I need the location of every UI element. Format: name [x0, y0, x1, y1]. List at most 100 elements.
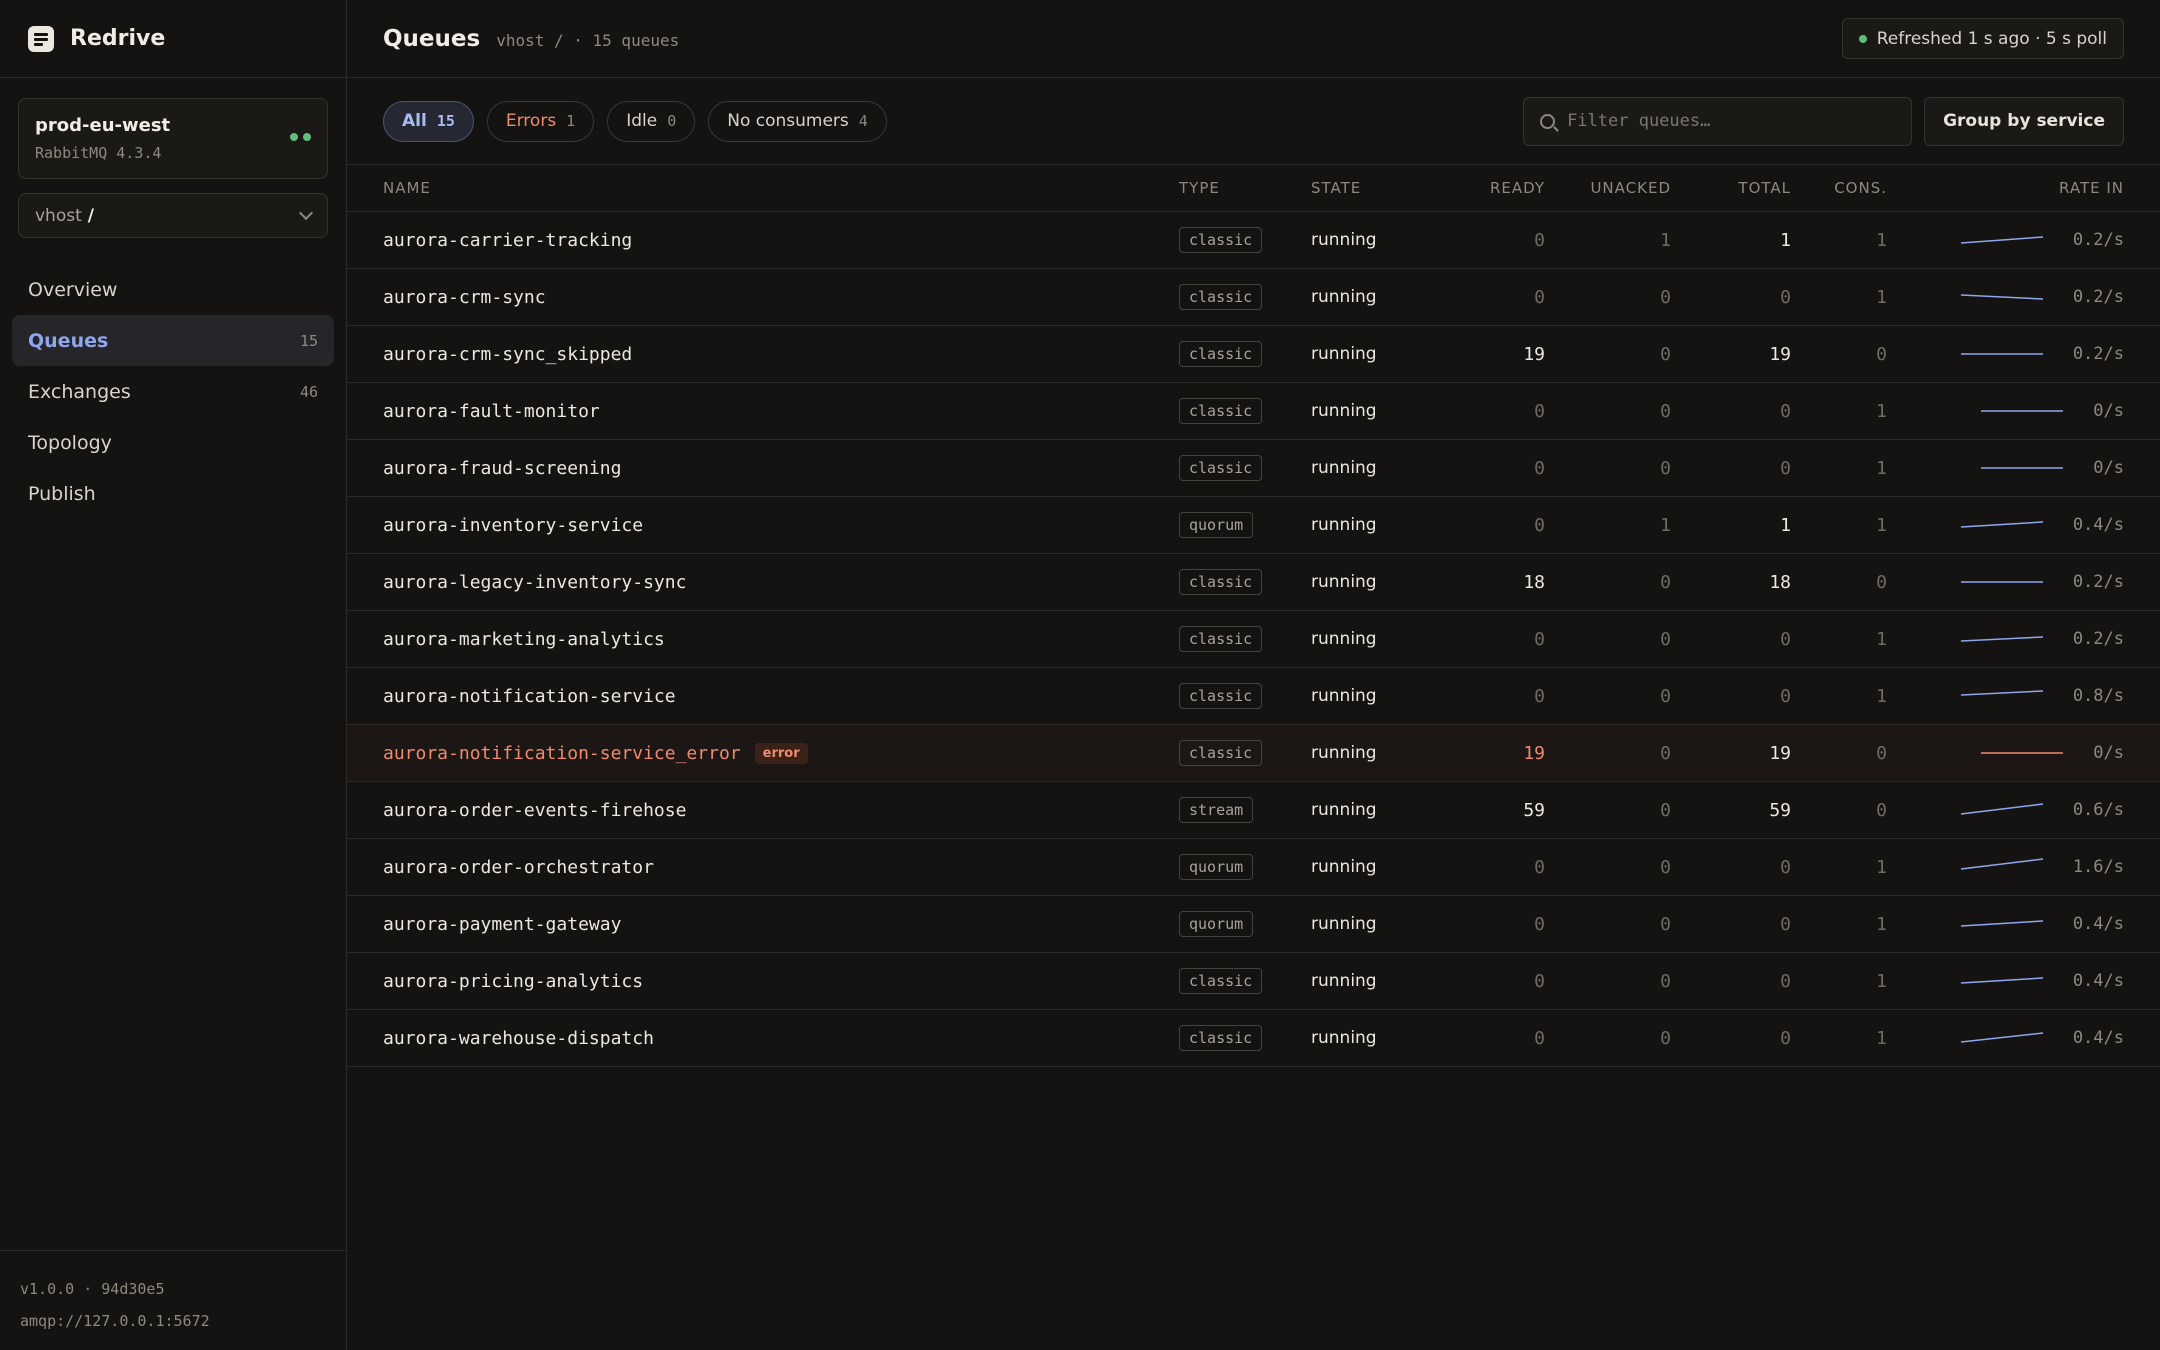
col-state[interactable]: STATE — [1311, 179, 1463, 197]
queue-rate: 0.2/s — [2072, 572, 2124, 592]
queue-name-cell: aurora-payment-gateway — [383, 914, 1179, 935]
queue-consumers: 0 — [1876, 343, 1887, 365]
queue-total: 18 — [1769, 571, 1791, 593]
filter-chip-count: 15 — [436, 112, 455, 130]
queue-name[interactable]: aurora-inventory-service — [383, 515, 643, 536]
sparkline-line — [1960, 977, 2043, 984]
col-cons[interactable]: CONS. — [1791, 179, 1887, 197]
vhost-value: / — [87, 205, 94, 226]
table-row[interactable]: aurora-fraud-screening classic running 0 0 0 1… — [347, 440, 2160, 497]
queue-name[interactable]: aurora-carrier-tracking — [383, 230, 632, 251]
table-row[interactable]: aurora-crm-sync classic running 0 0 0 1 0.2/s — [347, 269, 2160, 326]
queue-name[interactable]: aurora-fraud-screening — [383, 458, 621, 479]
queue-type-cell: classic — [1179, 1025, 1311, 1051]
table-row[interactable]: aurora-inventory-service quorum running 0 1 1… — [347, 497, 2160, 554]
col-type[interactable]: TYPE — [1179, 179, 1311, 197]
table-row[interactable]: aurora-fault-monitor classic running 0 0 0 1 0/… — [347, 383, 2160, 440]
queue-rate: 0.2/s — [2072, 344, 2124, 364]
queue-name[interactable]: aurora-order-orchestrator — [383, 857, 654, 878]
rate-sparkline — [1960, 294, 2043, 300]
queue-total: 1 — [1780, 514, 1791, 536]
queue-name-cell: aurora-fraud-screening — [383, 458, 1179, 479]
col-ready[interactable]: READY — [1463, 179, 1545, 197]
rate-sparkline — [1960, 690, 2043, 696]
sidebar-item-overview[interactable]: Overview — [12, 264, 334, 315]
sidebar-item-publish[interactable]: Publish — [12, 468, 334, 519]
sidebar-item-label: Queues — [28, 329, 109, 352]
refresh-status[interactable]: Refreshed 1 s ago · 5 s poll — [1841, 18, 2124, 59]
queue-name-cell: aurora-legacy-inventory-sync — [383, 572, 1179, 593]
broker-url: amqp://127.0.0.1:5672 — [20, 1312, 210, 1330]
sidebar-item-topology[interactable]: Topology — [12, 417, 334, 468]
queue-state: running — [1311, 971, 1377, 991]
queue-name[interactable]: aurora-pricing-analytics — [383, 971, 643, 992]
queue-rate-cell: 0.2/s — [1887, 342, 2124, 366]
queue-type-cell: classic — [1179, 626, 1311, 652]
queue-total: 0 — [1780, 457, 1791, 479]
filter-chip-no-consumers[interactable]: No consumers 4 — [708, 100, 887, 142]
filter-chip-all[interactable]: All 15 — [383, 100, 474, 142]
queue-ready: 0 — [1534, 400, 1545, 422]
queue-name[interactable]: aurora-payment-gateway — [383, 914, 621, 935]
filter-chip-errors[interactable]: Errors 1 — [486, 100, 595, 142]
queue-state: running — [1311, 515, 1377, 535]
table-row[interactable]: aurora-payment-gateway quorum running 0 0 0 1 0… — [347, 896, 2160, 953]
queue-name[interactable]: aurora-warehouse-dispatch — [383, 1028, 654, 1049]
filter-chip-count: 0 — [667, 112, 677, 130]
search-input[interactable] — [1567, 111, 1888, 131]
queue-name[interactable]: aurora-notification-service_error — [383, 743, 741, 764]
filter-chips: All 15 Errors 1 Idle 0 No consumers 4 — [383, 100, 887, 142]
queue-name[interactable]: aurora-order-events-firehose — [383, 800, 686, 821]
filter-chip-label: All — [402, 111, 427, 131]
queue-name-cell: aurora-marketing-analytics — [383, 629, 1179, 650]
table-row[interactable]: aurora-marketing-analytics classic running… — [347, 611, 2160, 668]
connection-card[interactable]: prod-eu-west RabbitMQ 4.3.4 — [18, 98, 328, 179]
queue-type-cell: classic — [1179, 227, 1311, 253]
page-subtitle: vhost / · 15 queues — [496, 30, 680, 50]
filter-chip-idle[interactable]: Idle 0 — [607, 100, 696, 142]
sidebar-item-count: 46 — [299, 382, 318, 401]
queue-name[interactable]: aurora-legacy-inventory-sync — [383, 572, 686, 593]
queue-consumers: 1 — [1876, 970, 1887, 992]
queue-type-cell: quorum — [1179, 911, 1311, 937]
sparkline-line — [1960, 636, 2043, 642]
table-row[interactable]: aurora-warehouse-dispatch classic running 0… — [347, 1010, 2160, 1067]
table-row[interactable]: aurora-order-events-firehose stream runnin… — [347, 782, 2160, 839]
col-total[interactable]: TOTAL — [1671, 179, 1791, 197]
table-row[interactable]: aurora-notification-service classic runnin… — [347, 668, 2160, 725]
queue-name[interactable]: aurora-crm-sync_skipped — [383, 344, 632, 365]
col-name[interactable]: NAME — [383, 179, 1179, 197]
queue-type-cell: stream — [1179, 797, 1311, 823]
table-row[interactable]: aurora-crm-sync_skipped classic running 19 0… — [347, 326, 2160, 383]
table-row[interactable]: aurora-carrier-tracking classic running 0 1 1… — [347, 212, 2160, 269]
queue-unacked: 0 — [1660, 457, 1671, 479]
col-unacked[interactable]: UNACKED — [1545, 179, 1671, 197]
queue-rate: 0/s — [2093, 743, 2124, 763]
group-by-service-button[interactable]: Group by service — [1924, 96, 2124, 146]
queue-name[interactable]: aurora-marketing-analytics — [383, 629, 665, 650]
rate-sparkline — [1960, 581, 2043, 583]
table-row[interactable]: aurora-pricing-analytics classic running 0 0… — [347, 953, 2160, 1010]
table-row[interactable]: aurora-notification-service_error error cl… — [347, 725, 2160, 782]
rate-sparkline — [1960, 636, 2043, 642]
queue-ready: 19 — [1523, 742, 1545, 764]
queue-rate: 0/s — [2093, 458, 2124, 478]
table-row[interactable]: aurora-legacy-inventory-sync classic runni… — [347, 554, 2160, 611]
queue-unacked: 0 — [1660, 970, 1671, 992]
queue-name[interactable]: aurora-crm-sync — [383, 287, 546, 308]
queue-name[interactable]: aurora-fault-monitor — [383, 401, 600, 422]
queue-consumers: 1 — [1876, 913, 1887, 935]
queue-ready: 0 — [1534, 514, 1545, 536]
queue-rate-cell: 0.4/s — [1887, 1026, 2124, 1050]
queue-state: running — [1311, 800, 1377, 820]
vhost-select[interactable]: vhost / — [18, 193, 328, 238]
queue-type-cell: classic — [1179, 569, 1311, 595]
queue-state: running — [1311, 230, 1377, 250]
sidebar-item-queues[interactable]: Queues 15 — [12, 315, 334, 366]
queue-consumers: 1 — [1876, 628, 1887, 650]
queue-name[interactable]: aurora-notification-service — [383, 686, 676, 707]
table-row[interactable]: aurora-order-orchestrator quorum running 0 0… — [347, 839, 2160, 896]
sidebar-item-exchanges[interactable]: Exchanges 46 — [12, 366, 334, 417]
col-rate[interactable]: RATE IN — [1887, 179, 2124, 197]
queue-total: 19 — [1769, 343, 1791, 365]
